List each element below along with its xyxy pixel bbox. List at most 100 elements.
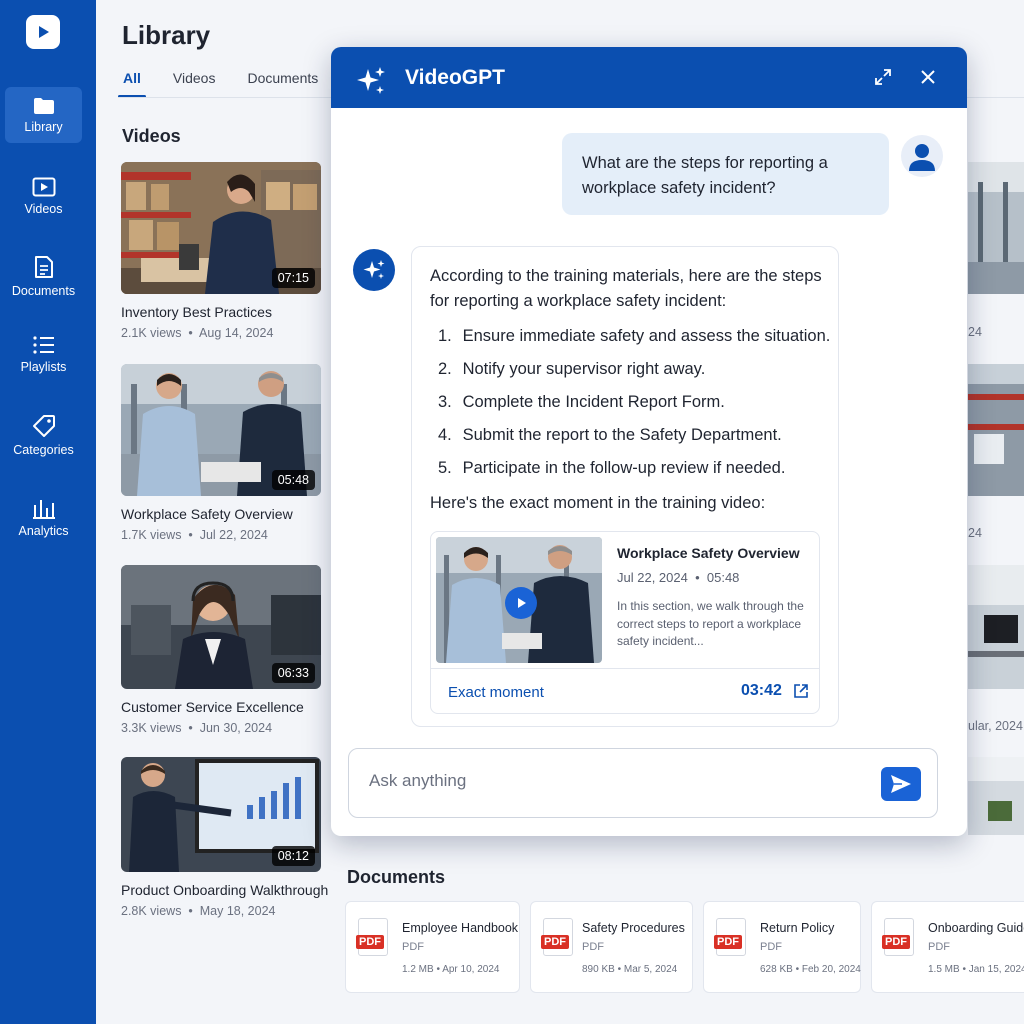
sidebar-item-label: Documents	[11, 283, 76, 298]
video-title[interactable]: Workplace Safety Overview	[121, 506, 321, 522]
list-item: 3. Complete the Incident Report Form.	[438, 393, 725, 411]
video-title[interactable]: Inventory Best Practices	[121, 304, 321, 320]
pdf-file-icon: PDF	[356, 918, 388, 956]
video-meta: 24	[968, 325, 982, 339]
clip-thumbnail[interactable]	[436, 537, 602, 663]
user-icon	[909, 144, 935, 171]
video-duration: 05:48	[271, 470, 315, 490]
play-icon	[39, 26, 49, 38]
video-thumbnail[interactable]	[968, 364, 1024, 496]
divider	[431, 668, 819, 669]
document-card[interactable]: PDF Return Policy PDF 628 KB • Feb 20, 2…	[703, 901, 861, 993]
document-name[interactable]: Safety Procedures	[582, 921, 685, 935]
page-title: Library	[122, 20, 211, 50]
videos-heading: Videos	[122, 126, 181, 146]
dialog-title: VideoGPT	[405, 66, 505, 89]
video-title[interactable]: Product Onboarding Walkthrough	[121, 882, 328, 898]
sidebar-item-categories[interactable]: Categories	[5, 407, 82, 463]
send-icon	[891, 775, 911, 793]
video-icon	[32, 177, 55, 196]
video-meta: ular, 2024	[968, 719, 1023, 733]
sparkle-icon	[357, 67, 385, 94]
pdf-file-icon: PDF	[541, 918, 573, 956]
video-meta: 1.7K views • Jul 22, 2024	[121, 528, 268, 542]
document-card[interactable]: PDF Safety Procedures PDF 890 KB • Mar 5…	[530, 901, 693, 993]
expand-icon[interactable]	[874, 68, 892, 86]
sidebar-item-playlists[interactable]: Playlists	[5, 326, 82, 382]
video-thumbnail[interactable]: 08:12	[121, 757, 321, 872]
document-name[interactable]: Onboarding Guide	[928, 921, 1024, 935]
list-item: 2. Notify your supervisor right away.	[438, 360, 706, 378]
video-duration: 07:15	[271, 268, 315, 288]
list-item: 4. Submit the report to the Safety Depar…	[438, 426, 782, 444]
user-message: What are the steps for reporting a workp…	[562, 133, 889, 215]
app-logo[interactable]	[26, 15, 60, 49]
document-type: PDF	[760, 941, 782, 953]
sidebar-item-label: Playlists	[20, 359, 67, 374]
moment-intro: Here's the exact moment in the training …	[430, 494, 766, 512]
video-thumbnail[interactable]	[968, 162, 1024, 294]
tab-all[interactable]: All	[118, 62, 146, 98]
tag-icon	[32, 414, 55, 437]
document-icon	[34, 255, 53, 278]
clip-title: Workplace Safety Overview	[617, 545, 800, 561]
video-moment-card[interactable]: Workplace Safety Overview Jul 22, 2024 •…	[430, 531, 820, 714]
video-thumbnail[interactable]	[968, 757, 1024, 835]
assistant-intro: According to the training materials, her…	[430, 267, 822, 310]
document-card[interactable]: PDF Onboarding Guide PDF 1.5 MB • Jan 15…	[871, 901, 1024, 993]
document-type: PDF	[928, 941, 950, 953]
video-card[interactable]: 06:33 Customer Service Excellence 3.3K v…	[121, 565, 321, 735]
video-thumbnail[interactable]: 07:15	[121, 162, 321, 294]
video-duration: 06:33	[271, 663, 315, 683]
videogpt-dialog: VideoGPT What are the steps for reportin…	[331, 47, 967, 836]
chat-input[interactable]	[369, 771, 849, 791]
video-meta: 2.8K views • May 18, 2024	[121, 904, 276, 918]
document-meta: 890 KB • Mar 5, 2024	[582, 964, 678, 975]
sidebar-item-videos[interactable]: Videos	[5, 168, 82, 224]
video-card[interactable]: 08:12 Product Onboarding Walkthrough 2.8…	[121, 757, 328, 918]
sidebar-item-library[interactable]: Library	[5, 87, 82, 143]
folder-icon	[33, 97, 54, 114]
video-card[interactable]: 05:48 Workplace Safety Overview 1.7K vie…	[121, 364, 321, 542]
list-item: 1. Ensure immediate safety and assess th…	[438, 327, 831, 345]
video-thumbnail[interactable]	[968, 565, 1024, 689]
timestamp-link[interactable]: 03:42	[741, 682, 782, 700]
play-button[interactable]	[505, 587, 537, 619]
pdf-file-icon: PDF	[714, 918, 746, 956]
steps-list: 1. Ensure immediate safety and assess th…	[438, 324, 830, 489]
video-meta: 2.1K views • Aug 14, 2024	[121, 326, 274, 340]
clip-description: In this section, we walk through the cor…	[617, 599, 804, 648]
video-title[interactable]: Customer Service Excellence	[121, 699, 321, 715]
video-card[interactable]: 07:15 Inventory Best Practices 2.1K view…	[121, 162, 321, 340]
video-thumbnail[interactable]: 06:33	[121, 565, 321, 689]
sidebar: Library Videos Documents Playlists Categ…	[0, 0, 96, 1024]
close-icon[interactable]	[919, 68, 937, 86]
assistant-message: According to the training materials, her…	[411, 246, 839, 727]
sidebar-item-analytics[interactable]: Analytics	[5, 489, 82, 545]
bar-chart-icon	[32, 499, 55, 519]
document-name[interactable]: Return Policy	[760, 921, 834, 935]
dialog-header: VideoGPT	[331, 47, 967, 108]
assistant-avatar	[353, 249, 395, 291]
document-type: PDF	[402, 941, 424, 953]
tab-videos[interactable]: Videos	[168, 62, 221, 98]
user-avatar	[901, 135, 943, 177]
sidebar-item-label: Analytics	[18, 523, 69, 538]
sidebar-item-documents[interactable]: Documents	[5, 248, 82, 304]
chat-input-box	[348, 748, 938, 818]
tab-documents[interactable]: Documents	[242, 62, 323, 98]
send-button[interactable]	[881, 767, 921, 801]
sidebar-item-label: Videos	[24, 201, 63, 216]
video-duration: 08:12	[271, 846, 315, 866]
list-item: 5. Participate in the follow-up review i…	[438, 459, 786, 477]
document-name[interactable]: Employee Handbook	[402, 921, 518, 935]
sidebar-item-label: Categories	[13, 442, 74, 457]
clip-meta: Jul 22, 2024 • 05:48	[617, 570, 740, 585]
video-thumbnail[interactable]: 05:48	[121, 364, 321, 496]
sparkle-icon	[363, 260, 385, 279]
pdf-file-icon: PDF	[882, 918, 914, 956]
external-link-icon[interactable]	[793, 683, 809, 699]
exact-moment-link[interactable]: Exact moment	[448, 684, 544, 701]
documents-heading: Documents	[347, 867, 446, 887]
document-card[interactable]: PDF Employee Handbook PDF 1.2 MB • Apr 1…	[345, 901, 520, 993]
